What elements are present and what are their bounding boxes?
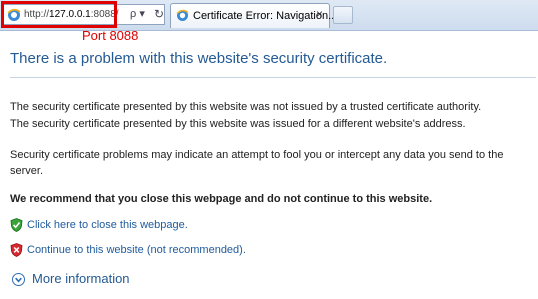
tab-close-icon[interactable]: ×	[316, 7, 323, 21]
chevron-down-circle-icon	[12, 273, 25, 286]
green-shield-check-icon	[10, 218, 23, 232]
new-tab-button[interactable]	[333, 6, 353, 24]
warning-paragraph: Security certificate problems may indica…	[10, 149, 504, 177]
tab-certificate-error[interactable]: Certificate Error: Navigation... ×	[170, 3, 337, 28]
page-title: There is a problem with this website's s…	[10, 50, 388, 67]
url-highlight-box	[1, 1, 117, 28]
close-webpage-label[interactable]: Click here to close this webpage.	[27, 219, 188, 231]
error-paragraph: The security certificate presented by th…	[10, 118, 466, 130]
error-paragraph: The security certificate presented by th…	[10, 101, 482, 113]
title-divider	[10, 77, 536, 78]
search-dropdown-icon[interactable]: ρ ▾	[130, 7, 145, 20]
ie-logo-icon	[176, 9, 189, 21]
more-information-label[interactable]: More information	[32, 271, 130, 286]
refresh-icon[interactable]: ↻	[154, 7, 164, 21]
recommendation-text: We recommend that you close this webpage…	[10, 193, 433, 205]
red-shield-x-icon	[10, 243, 23, 257]
port-annotation: Port 8088	[82, 28, 139, 43]
continue-website-label[interactable]: Continue to this website (not recommende…	[27, 244, 246, 256]
